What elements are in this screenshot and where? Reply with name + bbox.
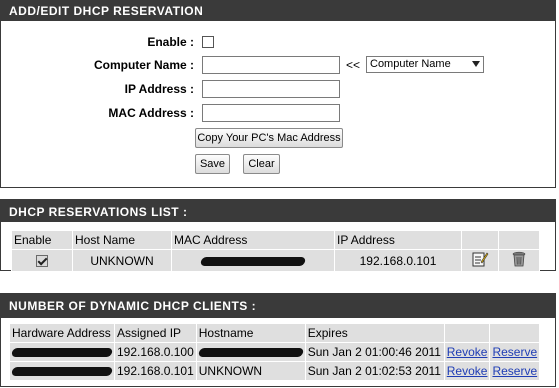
client-hostname: UNKNOWN xyxy=(195,361,306,381)
col-host-name: Host Name xyxy=(72,230,172,250)
enable-checkbox[interactable] xyxy=(202,36,214,48)
col-hostname: Hostname xyxy=(195,323,306,343)
client-expires: Sun Jan 2 01:00:46 2011 xyxy=(304,342,445,362)
table-row: 192.168.0.101 UNKNOWN Sun Jan 2 01:02:53… xyxy=(9,361,541,381)
chevron-down-icon xyxy=(472,61,480,67)
col-enable: Enable xyxy=(11,230,73,250)
add-edit-reservation-panel: ADD/EDIT DHCP RESERVATION Enable : Compu… xyxy=(0,0,556,188)
col-edit xyxy=(461,230,499,250)
mac-address-label: MAC Address : xyxy=(108,106,194,120)
clear-button[interactable]: Clear xyxy=(243,154,280,174)
redaction-mark xyxy=(197,348,304,358)
redaction-mark xyxy=(11,348,113,358)
row-edit-button[interactable] xyxy=(461,249,499,272)
col-ip-address: IP Address xyxy=(334,230,462,250)
client-hardware-redacted xyxy=(9,342,115,362)
trash-icon xyxy=(512,251,526,267)
row-delete-button[interactable] xyxy=(498,249,540,272)
col-hardware-address: Hardware Address xyxy=(9,323,115,343)
client-hardware-redacted xyxy=(9,361,115,381)
save-button[interactable]: Save xyxy=(195,154,230,174)
dynamic-clients-title: NUMBER OF DYNAMIC DHCP CLIENTS : xyxy=(1,294,555,318)
computer-name-select-value: Computer Name xyxy=(370,58,451,70)
enable-label: Enable : xyxy=(147,35,194,49)
reservations-list-title: DHCP RESERVATIONS LIST : xyxy=(1,200,555,222)
table-row: UNKNOWN 192.168.0.101 xyxy=(11,249,540,272)
ip-address-row: IP Address : xyxy=(1,79,557,99)
col-delete xyxy=(498,230,540,250)
col-reserve xyxy=(489,323,541,343)
dynamic-clients-panel: NUMBER OF DYNAMIC DHCP CLIENTS : Hardwar… xyxy=(0,293,556,387)
reservations-table-header: Enable Host Name MAC Address IP Address xyxy=(11,230,540,250)
revoke-link[interactable]: Revoke xyxy=(443,342,491,362)
add-edit-reservation-title: ADD/EDIT DHCP RESERVATION xyxy=(1,1,555,21)
ip-address-input[interactable] xyxy=(202,80,340,98)
row-host-name: UNKNOWN xyxy=(72,249,172,272)
table-row: 192.168.0.100 Sun Jan 2 01:00:46 2011 Re… xyxy=(9,342,541,362)
client-expires: Sun Jan 2 01:02:53 2011 xyxy=(304,361,445,381)
reserve-link[interactable]: Reserve xyxy=(489,361,541,381)
col-revoke xyxy=(443,323,491,343)
ip-address-label: IP Address : xyxy=(124,82,194,96)
row-enable-checkbox[interactable] xyxy=(11,249,73,272)
col-expires: Expires xyxy=(304,323,445,343)
dynamic-clients-header: Hardware Address Assigned IP Hostname Ex… xyxy=(9,323,541,343)
reserve-link[interactable]: Reserve xyxy=(489,342,541,362)
client-assigned-ip: 192.168.0.100 xyxy=(114,342,197,362)
computer-name-row: Computer Name : << Computer Name xyxy=(1,55,557,75)
col-mac-address: MAC Address xyxy=(171,230,335,250)
col-assigned-ip: Assigned IP xyxy=(114,323,197,343)
row-mac-address-redacted xyxy=(171,249,335,272)
mac-address-input[interactable] xyxy=(202,104,340,122)
mac-address-row: MAC Address : xyxy=(1,103,557,123)
revoke-link[interactable]: Revoke xyxy=(443,361,491,381)
client-hostname-redacted xyxy=(195,342,306,362)
computer-name-copy-arrows: << xyxy=(346,58,361,72)
copy-mac-button[interactable]: Copy Your PC's Mac Address xyxy=(195,128,343,148)
edit-icon xyxy=(472,252,489,267)
computer-name-input[interactable] xyxy=(202,56,340,74)
dynamic-clients-table: Hardware Address Assigned IP Hostname Ex… xyxy=(9,323,541,381)
reservations-list-panel: DHCP RESERVATIONS LIST : Enable Host Nam… xyxy=(0,199,556,272)
redaction-mark xyxy=(200,256,306,266)
row-ip-address: 192.168.0.101 xyxy=(334,249,462,272)
checked-checkbox-icon xyxy=(36,255,48,268)
enable-row: Enable : xyxy=(1,32,557,52)
reservations-table: Enable Host Name MAC Address IP Address … xyxy=(11,230,540,272)
computer-name-select[interactable]: Computer Name xyxy=(366,56,484,73)
redaction-mark xyxy=(11,367,113,377)
client-assigned-ip: 192.168.0.101 xyxy=(114,361,197,381)
computer-name-label: Computer Name : xyxy=(93,58,194,72)
